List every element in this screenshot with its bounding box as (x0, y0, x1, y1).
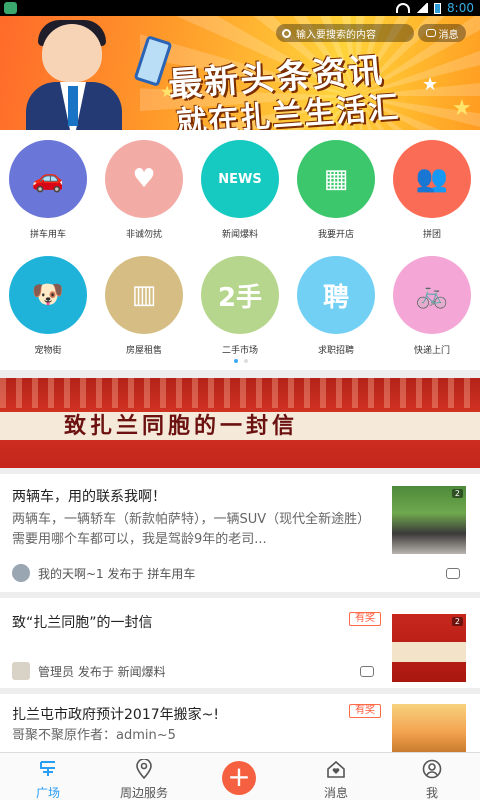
battery-icon (434, 2, 442, 14)
search-icon (282, 28, 291, 38)
hearts-icon: ♥ (105, 140, 183, 218)
category-delivery[interactable]: 🚲 快递上门 (384, 246, 480, 358)
page-indicator (234, 359, 248, 363)
status-time: 8:00 (447, 1, 474, 15)
category-grid: 🚗 拼车用车 ♥ 非诚勿扰 NEWS 新闻爆料 ▦ 我要开店 👥 拼团 🐶 宠物… (0, 130, 480, 370)
category-secondhand[interactable]: 2手 二手市场 (192, 246, 288, 358)
store-icon: ▦ (297, 140, 375, 218)
comment-icon[interactable] (446, 568, 460, 579)
post-thumbnail[interactable]: 2 (392, 614, 466, 682)
star-icon: ★ (452, 96, 472, 121)
square-icon (40, 761, 55, 776)
page-dot-active (234, 359, 238, 363)
hire-icon: 聘 (297, 256, 375, 334)
home-heart-icon (327, 760, 345, 778)
category-housing[interactable]: ▥ 房屋租售 (96, 246, 192, 358)
post-card[interactable]: 两辆车，用的联系我啊！ 两辆车，一辆轿车（新款帕萨特），一辆SUV（现代全新途胜… (0, 474, 480, 592)
tab-nearby-services[interactable]: 周边服务 (96, 753, 192, 800)
post-title: 扎兰屯市政府预计2017年搬家~! (12, 707, 219, 723)
news-icon: NEWS (201, 140, 279, 218)
delivery-icon: 🚲 (393, 256, 471, 334)
category-dating[interactable]: ♥ 非诚勿扰 (96, 130, 192, 242)
post-title: 两辆车，用的联系我啊！ (12, 489, 166, 505)
mascot-illustration (22, 20, 173, 130)
post-thumbnail[interactable] (392, 704, 466, 752)
category-group-buy[interactable]: 👥 拼团 (384, 130, 480, 242)
star-icon: ★ (160, 82, 175, 101)
page-dot (244, 359, 248, 363)
add-post-button[interactable]: + (222, 761, 256, 795)
image-count-badge: 2 (451, 617, 463, 626)
search-input[interactable]: 输入要搜索的内容 (276, 24, 414, 42)
location-pin-icon (136, 758, 152, 780)
status-bar: 8:00 (0, 0, 480, 16)
post-card[interactable]: 扎兰屯市政府预计2017年搬家~! 有奖 哥聚不聚原作者：admin~5 (0, 694, 480, 752)
category-carpool[interactable]: 🚗 拼车用车 (0, 130, 96, 242)
tab-me[interactable]: 我 (384, 753, 480, 800)
post-title: 致“扎兰同胞”的一封信 (12, 615, 153, 631)
bottom-navigation: 广场 周边服务 + 消息 我 (0, 752, 480, 800)
award-badge: 有奖 (349, 612, 381, 626)
category-news[interactable]: NEWS 新闻爆料 (192, 130, 288, 242)
post-excerpt: 哥聚不聚原作者：admin~5 (12, 728, 176, 743)
group-icon: 👥 (393, 140, 471, 218)
dog-icon: 🐶 (9, 256, 87, 334)
buildings-icon: ▥ (105, 256, 183, 334)
message-icon (425, 29, 436, 37)
category-open-store[interactable]: ▦ 我要开店 (288, 130, 384, 242)
wifi-icon (396, 3, 411, 13)
image-count-badge: 2 (451, 489, 463, 498)
letter-banner[interactable]: 致扎兰同胞的一封信 (0, 378, 480, 468)
award-badge: 有奖 (349, 704, 381, 718)
avatar[interactable] (12, 564, 30, 582)
tab-messages[interactable]: 消息 (288, 753, 384, 800)
post-excerpt: 两辆车，一辆轿车（新款帕萨特），一辆SUV（现代全新途胜）需要用哪个车都可以，我… (12, 512, 371, 547)
app-notification-icon (4, 2, 17, 14)
tab-square[interactable]: 广场 (0, 753, 96, 800)
comment-icon[interactable] (360, 666, 374, 677)
avatar[interactable] (12, 662, 30, 680)
messages-button[interactable]: 消息 (418, 24, 466, 42)
search-placeholder: 输入要搜索的内容 (296, 29, 376, 41)
star-icon: ★ (422, 74, 439, 95)
post-card[interactable]: 致“扎兰同胞”的一封信 有奖 管理员 发布于 新闻爆料 2 (0, 598, 480, 688)
user-icon (422, 759, 442, 779)
secondhand-icon: 2手 (201, 256, 279, 334)
letter-banner-text: 致扎兰同胞的一封信 (64, 413, 299, 439)
post-meta: 我的天啊~1 发布于 拼车用车 (12, 564, 195, 582)
post-thumbnail[interactable]: 2 (392, 486, 466, 554)
car-icon: 🚗 (9, 140, 87, 218)
signal-icon (416, 3, 429, 13)
post-meta: 管理员 发布于 新闻爆料 (12, 662, 166, 680)
category-pets[interactable]: 🐶 宠物街 (0, 246, 96, 358)
category-jobs[interactable]: 聘 求职招聘 (288, 246, 384, 358)
